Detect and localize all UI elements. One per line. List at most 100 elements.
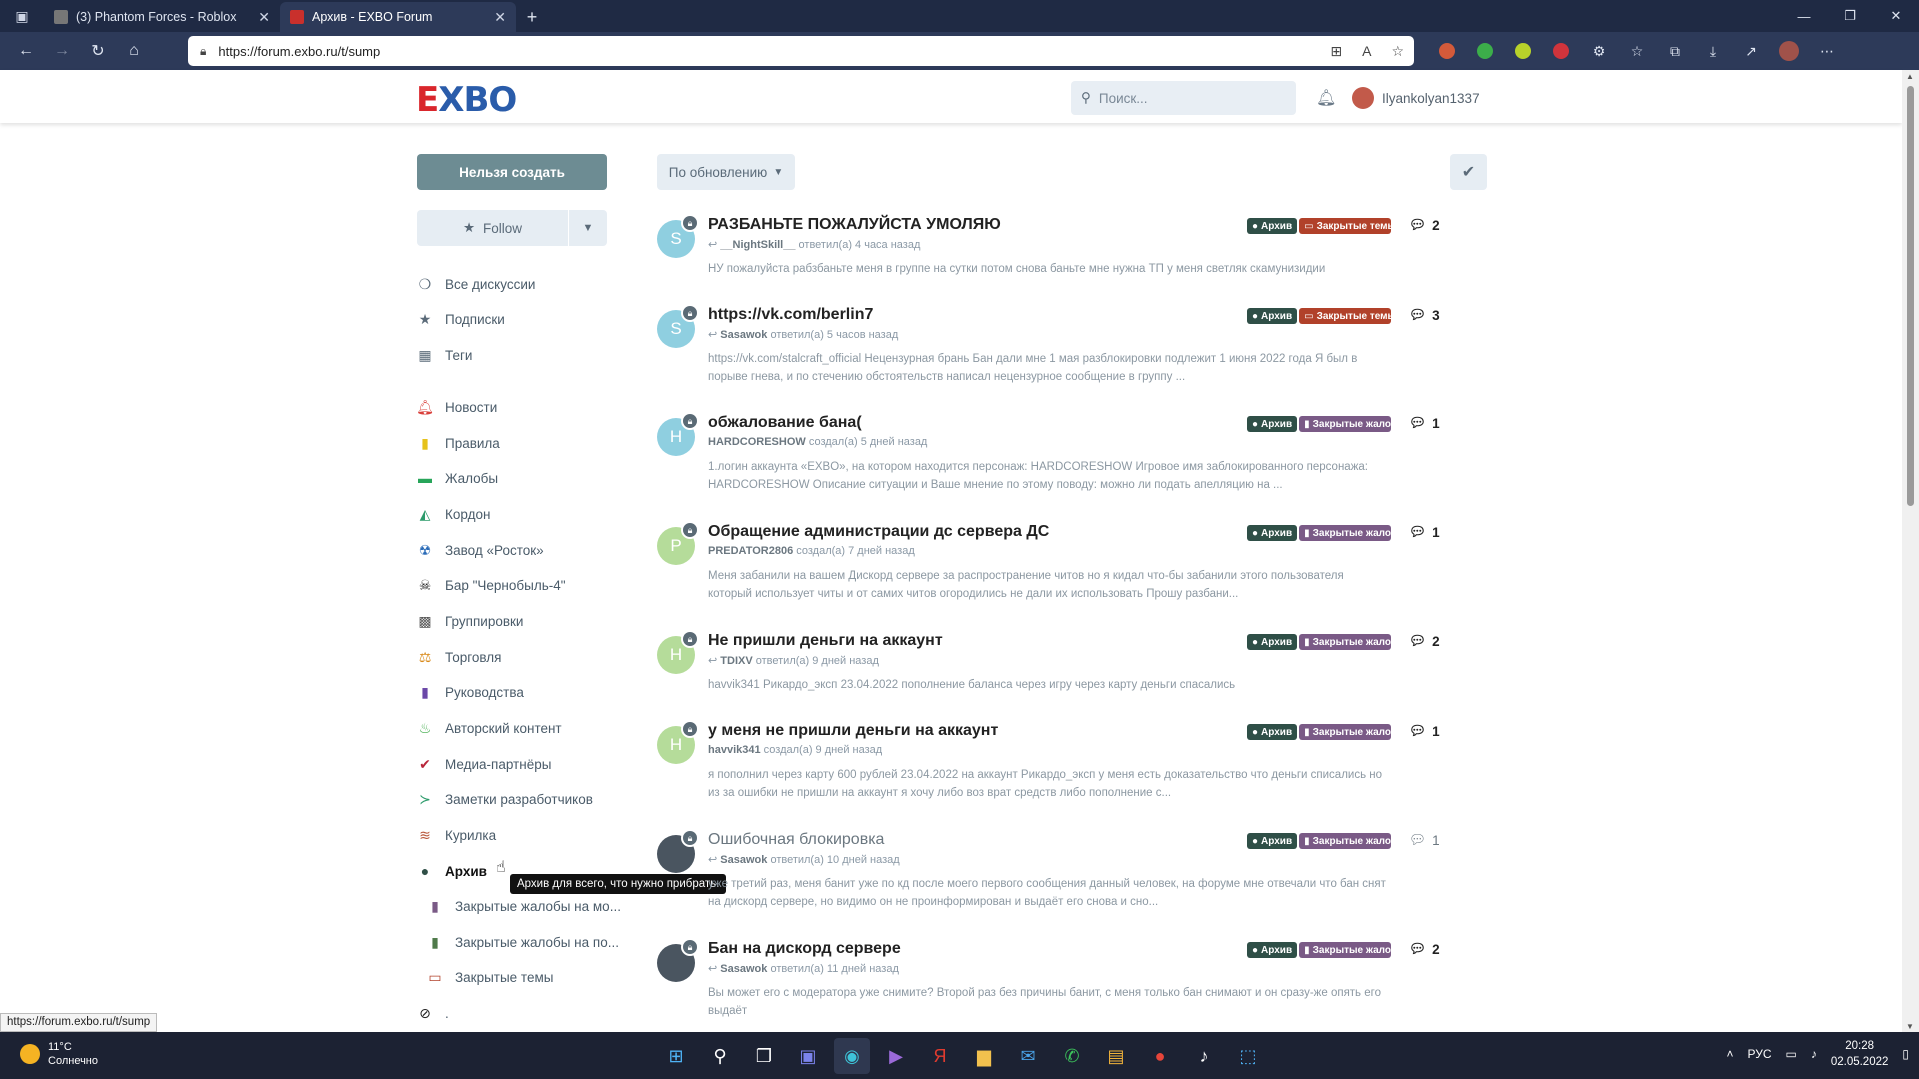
sidebar-item[interactable]: ◭ Кордон — [417, 504, 491, 524]
back-icon[interactable]: ← — [8, 36, 44, 66]
snipping-tool-icon[interactable]: ⬚ — [1230, 1038, 1266, 1074]
tag-complaints[interactable]: ▮Закрытые жалобы — [1299, 833, 1392, 849]
sidebar-item[interactable]: ▭ Закрытые темы — [427, 967, 553, 987]
discussion-title[interactable]: Бан на дискорд сервере — [708, 940, 901, 958]
discussion-title[interactable]: РАЗБАНЬТЕ ПОЖАЛУЙСТА УМОЛЯЮ — [708, 216, 1001, 234]
visual-studio-icon[interactable]: ▶ — [878, 1038, 914, 1074]
discussion-title[interactable]: Обращение администрации дс сервера ДС — [708, 523, 1049, 541]
download-extension-icon[interactable] — [1470, 36, 1500, 66]
reply-count[interactable]: 💬︎ 1 — [1409, 524, 1440, 540]
more-icon[interactable]: ⋯ — [1812, 36, 1842, 66]
close-window-icon[interactable]: ✕ — [1873, 0, 1919, 32]
search-icon[interactable]: ⚲ — [702, 1038, 738, 1074]
sidebar-item[interactable]: ≻ Заметки разработчиков — [417, 789, 593, 809]
reply-count[interactable]: 💬︎ 2 — [1409, 633, 1440, 649]
sidebar-item[interactable]: ▩ Группировки — [417, 611, 523, 631]
whatsapp-icon[interactable]: ✆ — [1054, 1038, 1090, 1074]
sidebar-item[interactable]: ☠ Бар "Чернобыль-4" — [417, 575, 566, 595]
discussion-user[interactable]: HARDCORESHOW — [708, 436, 806, 448]
tag-complaints[interactable]: ▮Закрытые жалобы — [1299, 724, 1392, 740]
close-tab-icon[interactable]: ✕ — [258, 9, 270, 26]
start-icon[interactable]: ⊞ — [658, 1038, 694, 1074]
collections-icon[interactable]: ⧉ — [1660, 36, 1690, 66]
tag-archive[interactable]: ● Архив — [1247, 724, 1298, 740]
reply-count[interactable]: 💬︎ 2 — [1409, 217, 1440, 233]
tag-complaints[interactable]: ▮Закрытые жалобы — [1299, 634, 1392, 650]
sidebar-item[interactable]: ▮ Закрытые жалобы на мо... — [427, 896, 621, 916]
home-icon[interactable]: ⌂ — [116, 36, 152, 66]
scroll-down-icon[interactable]: ▼ — [1906, 1022, 1914, 1031]
task-view-icon[interactable]: ❐ — [746, 1038, 782, 1074]
forward-icon[interactable]: → — [44, 36, 80, 66]
address-bar[interactable]: 🔒︎ https://forum.exbo.ru/t/sump ⊞ A ☆ — [188, 36, 1414, 66]
tag-themes[interactable]: ▭ Закрытые темы — [1299, 218, 1392, 234]
discussion-user[interactable]: Sasawok — [720, 854, 767, 866]
tag-archive[interactable]: ● Архив — [1247, 833, 1298, 849]
network-icon[interactable]: ▭ — [1785, 1047, 1796, 1061]
notification-icon[interactable]: ▯ — [1902, 1047, 1909, 1061]
volume-icon[interactable]: ♪ — [1811, 1047, 1817, 1061]
sort-dropdown[interactable]: По обновлению ▼ — [657, 154, 795, 190]
tag-complaints[interactable]: ▮Закрытые жалобы — [1299, 942, 1392, 958]
discussion-user[interactable]: Sasawok — [720, 963, 767, 975]
tab-actions-icon[interactable]: ▣ — [0, 0, 44, 32]
adblock-icon[interactable] — [1546, 36, 1576, 66]
store-icon[interactable]: ▤ — [1098, 1038, 1134, 1074]
edge-icon[interactable]: ◉ — [834, 1038, 870, 1074]
sidebar-item[interactable]: ▦ Теги — [417, 345, 472, 365]
reply-count[interactable]: 💬︎ 1 — [1409, 723, 1440, 739]
discussion-title[interactable]: у меня не пришли деньги на аккаунт — [708, 722, 998, 740]
sidebar-item[interactable]: ▮ Закрытые жалобы на по... — [427, 932, 619, 952]
tag-complaints[interactable]: ▮Закрытые жалобы — [1299, 525, 1392, 541]
yandex-icon[interactable]: Я — [922, 1038, 958, 1074]
extensions-icon[interactable]: ⚙ — [1584, 36, 1614, 66]
weather-widget[interactable]: 11°C Солнечно — [20, 1040, 98, 1068]
sidebar-item[interactable]: ● Архив — [417, 861, 487, 881]
discussion-title[interactable]: Не пришли деньги на аккаунт — [708, 632, 943, 650]
share-icon[interactable]: ↗ — [1736, 36, 1766, 66]
lock-icon[interactable]: 🔒︎ — [200, 44, 206, 59]
extension-icon[interactable] — [1508, 36, 1538, 66]
sidebar-item[interactable]: ❍ Все дискуссии — [417, 274, 536, 294]
tiktok-icon[interactable]: ♪ — [1186, 1038, 1222, 1074]
favorite-star-icon[interactable]: ☆ — [1391, 43, 1404, 60]
scroll-up-icon[interactable]: ▲ — [1906, 72, 1914, 81]
new-tab-button[interactable]: + — [516, 2, 548, 32]
refresh-icon[interactable]: ↻ — [80, 36, 116, 66]
reply-count[interactable]: 💬︎ 1 — [1409, 832, 1440, 848]
sidebar-item[interactable]: ▬ Жалобы — [417, 468, 498, 488]
mail-icon[interactable]: ✉ — [1010, 1038, 1046, 1074]
tab-phantom-forces[interactable]: (3) Phantom Forces - Roblox ✕ — [44, 2, 280, 32]
downloads-icon[interactable]: ⤓ — [1698, 36, 1728, 66]
follow-button[interactable]: ★ Follow — [417, 220, 568, 236]
sidebar-item[interactable]: ✔ Медиа-партнёры — [417, 754, 551, 774]
sidebar-item[interactable]: ⊘. — [417, 1003, 449, 1023]
tag-archive[interactable]: ● Архив — [1247, 416, 1298, 432]
mark-all-read-button[interactable]: ✔ — [1450, 154, 1487, 190]
scrollbar-thumb[interactable] — [1907, 86, 1914, 506]
sidebar-item[interactable]: ♨ Авторский контент — [417, 718, 562, 738]
restore-icon[interactable]: ❐ — [1827, 0, 1873, 32]
minimize-icon[interactable]: — — [1781, 0, 1827, 32]
close-tab-icon[interactable]: ✕ — [494, 9, 506, 26]
sidebar-item[interactable]: 🔔︎ Новости — [416, 397, 497, 417]
search-input[interactable]: ⚲ Поиск... — [1071, 81, 1296, 115]
tab-exbo-forum[interactable]: Архив - EXBO Forum ✕ — [280, 2, 516, 32]
tray-chevron-icon[interactable]: ˄ — [1726, 1047, 1733, 1061]
follow-dropdown-icon[interactable]: ▼ — [569, 222, 607, 234]
favorites-icon[interactable]: ☆ — [1622, 36, 1652, 66]
discussion-user[interactable]: havvik341 — [708, 744, 761, 756]
read-aloud-icon[interactable]: A — [1362, 43, 1371, 59]
sidebar-item[interactable]: ⚖ Торговля — [417, 647, 502, 667]
tag-archive[interactable]: ● Архив — [1247, 942, 1298, 958]
user-menu[interactable]: Ilyankolyan1337 — [1352, 87, 1480, 109]
tag-archive[interactable]: ● Архив — [1247, 308, 1298, 324]
discussion-title[interactable]: Ошибочная блокировка — [708, 831, 884, 849]
sidebar-item[interactable]: ▮ Руководства — [417, 682, 524, 702]
discussion-user[interactable]: TDIXV — [720, 655, 752, 667]
exbo-logo[interactable]: EXBO — [416, 80, 517, 120]
discussion-user[interactable]: Sasawok — [720, 329, 767, 341]
discussion-title[interactable]: обжалование бана( — [708, 414, 862, 432]
sidebar-item[interactable]: ≋ Курилка — [417, 825, 496, 845]
sidebar-item[interactable]: ☢ Завод «Росток» — [417, 540, 544, 560]
